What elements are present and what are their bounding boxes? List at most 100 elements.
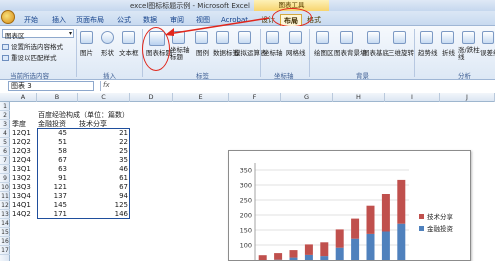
tab-formulas[interactable]: 公式 (117, 14, 131, 26)
tech-value-cell[interactable]: 125 (78, 201, 128, 210)
tab-data[interactable]: 数据 (143, 14, 157, 26)
shapes-button-label: 形状 (101, 49, 114, 57)
gridlines-icon[interactable] (289, 31, 302, 44)
quarter-cell[interactable]: 12Q2 (12, 138, 36, 147)
tech-value-cell[interactable]: 46 (78, 165, 128, 174)
tech-value-cell[interactable]: 21 (78, 129, 128, 138)
tech-value-cell[interactable]: 22 (78, 138, 128, 147)
row-header[interactable]: 14 (0, 219, 10, 228)
shapes-icon[interactable] (101, 31, 114, 44)
tech-value-cell[interactable]: 35 (78, 156, 128, 165)
row-header[interactable]: 5 (0, 138, 10, 147)
reset-style-button[interactable]: 重设以匹配样式 (2, 52, 57, 62)
updown-bars-icon[interactable] (462, 31, 475, 44)
row-header[interactable]: 10 (0, 183, 10, 192)
tech-value-cell[interactable]: 25 (78, 147, 128, 156)
quarter-cell[interactable]: 13Q1 (12, 165, 36, 174)
reset-style-label: 重设以匹配样式 (11, 54, 57, 62)
finance-value-cell[interactable]: 121 (37, 183, 67, 192)
chart-area[interactable]: 350 300 250 200 150 100 技术分享 金融投资 (228, 150, 471, 261)
bar-finance (397, 223, 406, 260)
plot-area-icon[interactable] (316, 31, 329, 44)
column-header[interactable]: J (440, 93, 495, 102)
finance-value-cell[interactable]: 145 (37, 201, 67, 210)
finance-value-cell[interactable]: 45 (37, 129, 67, 138)
finance-value-cell[interactable]: 171 (37, 210, 67, 219)
row-header[interactable]: 4 (0, 129, 10, 138)
tab-page-layout[interactable]: 页面布局 (76, 14, 104, 26)
tab-insert[interactable]: 插入 (52, 14, 66, 26)
tech-value-cell[interactable]: 61 (78, 174, 128, 183)
lines-icon[interactable] (441, 31, 454, 44)
finance-value-cell[interactable]: 67 (37, 156, 67, 165)
finance-value-cell[interactable]: 51 (37, 138, 67, 147)
error-bars-icon[interactable] (482, 31, 494, 44)
row-header[interactable]: 16 (0, 237, 10, 246)
quarter-cell[interactable]: 12Q3 (12, 147, 36, 156)
sheet-title-cell[interactable]: 百度经验构成（单位：篇数） (38, 111, 129, 120)
chart-floor-button-label: 图表基底 (363, 49, 389, 57)
quarter-cell[interactable]: 13Q4 (12, 192, 36, 201)
quarter-cell[interactable]: 14Q1 (12, 201, 36, 210)
column-header[interactable]: H (333, 93, 385, 102)
y-tick-label: 350 (240, 167, 252, 175)
row-header[interactable]: 17 (0, 246, 10, 255)
tech-value-cell[interactable]: 94 (78, 192, 128, 201)
bar-tech (320, 242, 329, 257)
office-button[interactable] (1, 10, 15, 24)
y-tick-label: 150 (240, 227, 252, 235)
textbox-icon[interactable] (122, 31, 135, 44)
row-header[interactable]: 9 (0, 174, 10, 183)
name-box[interactable]: 图表 3 (8, 81, 94, 91)
quarter-cell[interactable]: 14Q2 (12, 210, 36, 219)
y-tick-label: 200 (240, 212, 252, 220)
bar-finance (304, 254, 313, 260)
legend-button-label: 图例 (196, 49, 209, 57)
column-header[interactable]: A (10, 93, 37, 102)
quarter-cell[interactable]: 12Q1 (12, 129, 36, 138)
row-header[interactable]: 15 (0, 228, 10, 237)
quarter-cell[interactable]: 13Q2 (12, 174, 36, 183)
bar-finance (366, 233, 375, 260)
picture-icon[interactable] (80, 31, 93, 44)
fx-icon[interactable]: fx (103, 81, 110, 89)
column-header[interactable]: C (78, 93, 130, 102)
finance-value-cell[interactable]: 58 (37, 147, 67, 156)
row-header[interactable]: 1 (0, 102, 10, 111)
format-selection-button[interactable]: 设置所选内容格式 (2, 41, 63, 51)
row-header[interactable]: 7 (0, 156, 10, 165)
column-header[interactable]: E (173, 93, 229, 102)
column-header[interactable]: D (130, 93, 173, 102)
chart-floor-icon[interactable] (367, 31, 380, 44)
legend-label: 金融投资 (427, 224, 454, 233)
column-header[interactable]: I (385, 93, 440, 102)
header-cell-quarter[interactable]: 季度 (12, 120, 26, 129)
row-header[interactable]: 11 (0, 192, 10, 201)
chart-element-dropdown[interactable]: 图表区 ▾ (2, 29, 74, 40)
chart-wall-icon[interactable] (340, 31, 353, 44)
trendline-icon[interactable] (420, 31, 433, 44)
row-header[interactable]: 12 (0, 201, 10, 210)
quarter-cell[interactable]: 12Q4 (12, 156, 36, 165)
tech-value-cell[interactable]: 146 (78, 210, 128, 219)
bar-tech (366, 205, 375, 234)
row-header[interactable]: 2 (0, 111, 10, 120)
row-header[interactable]: 8 (0, 165, 10, 174)
column-header[interactable]: G (281, 93, 333, 102)
group-label-background: 背景 (356, 72, 369, 80)
finance-value-cell[interactable]: 91 (37, 174, 67, 183)
row-header[interactable]: 13 (0, 210, 10, 219)
row-header[interactable]: 6 (0, 147, 10, 156)
finance-value-cell[interactable]: 63 (37, 165, 67, 174)
finance-value-cell[interactable]: 137 (37, 192, 67, 201)
column-header[interactable]: B (37, 93, 78, 102)
row-header[interactable]: 3 (0, 120, 10, 129)
bar-tech (258, 255, 267, 261)
column-header[interactable]: F (229, 93, 281, 102)
tech-value-cell[interactable]: 67 (78, 183, 128, 192)
tab-home[interactable]: 开始 (24, 14, 38, 26)
quarter-cell[interactable]: 13Q3 (12, 183, 36, 192)
rotation-3d-icon[interactable] (393, 31, 406, 44)
axis-title-button-label: 坐标轴标题 (170, 46, 190, 61)
formula-input[interactable] (100, 81, 495, 91)
